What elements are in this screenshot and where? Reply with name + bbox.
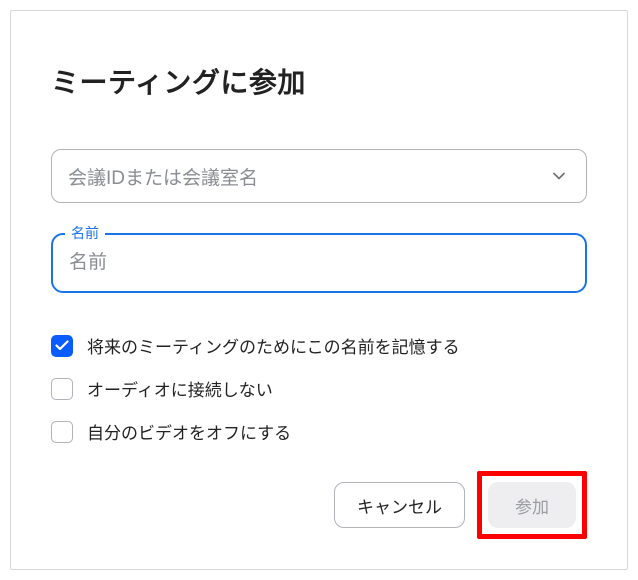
cancel-button[interactable]: キャンセル [334, 482, 465, 528]
join-button[interactable]: 参加 [488, 482, 576, 528]
option-label: オーディオに接続しない [87, 376, 273, 401]
meeting-id-placeholder: 会議IDまたは会議室名 [68, 163, 552, 190]
dialog-buttons: キャンセル 参加 [334, 471, 587, 539]
join-button-highlight: 参加 [477, 471, 587, 539]
chevron-down-icon [552, 169, 566, 183]
checkbox-icon[interactable] [51, 378, 73, 400]
checkbox-icon[interactable] [51, 421, 73, 443]
name-input[interactable] [51, 233, 587, 293]
meeting-id-dropdown[interactable]: 会議IDまたは会議室名 [51, 149, 587, 203]
join-meeting-dialog: ミーティングに参加 会議IDまたは会議室名 名前 将来のミーティングのためにこの… [10, 10, 628, 570]
option-label: 将来のミーティングのためにこの名前を記憶する [87, 333, 460, 358]
option-video-off[interactable]: 自分のビデオをオフにする [51, 419, 587, 444]
option-no-audio[interactable]: オーディオに接続しない [51, 376, 587, 401]
option-remember-name[interactable]: 将来のミーティングのためにこの名前を記憶する [51, 333, 587, 358]
name-field-wrap: 名前 [51, 233, 587, 293]
dialog-title: ミーティングに参加 [51, 61, 587, 101]
checkbox-icon[interactable] [51, 335, 73, 357]
option-label: 自分のビデオをオフにする [87, 419, 291, 444]
name-field-label: 名前 [65, 223, 105, 243]
